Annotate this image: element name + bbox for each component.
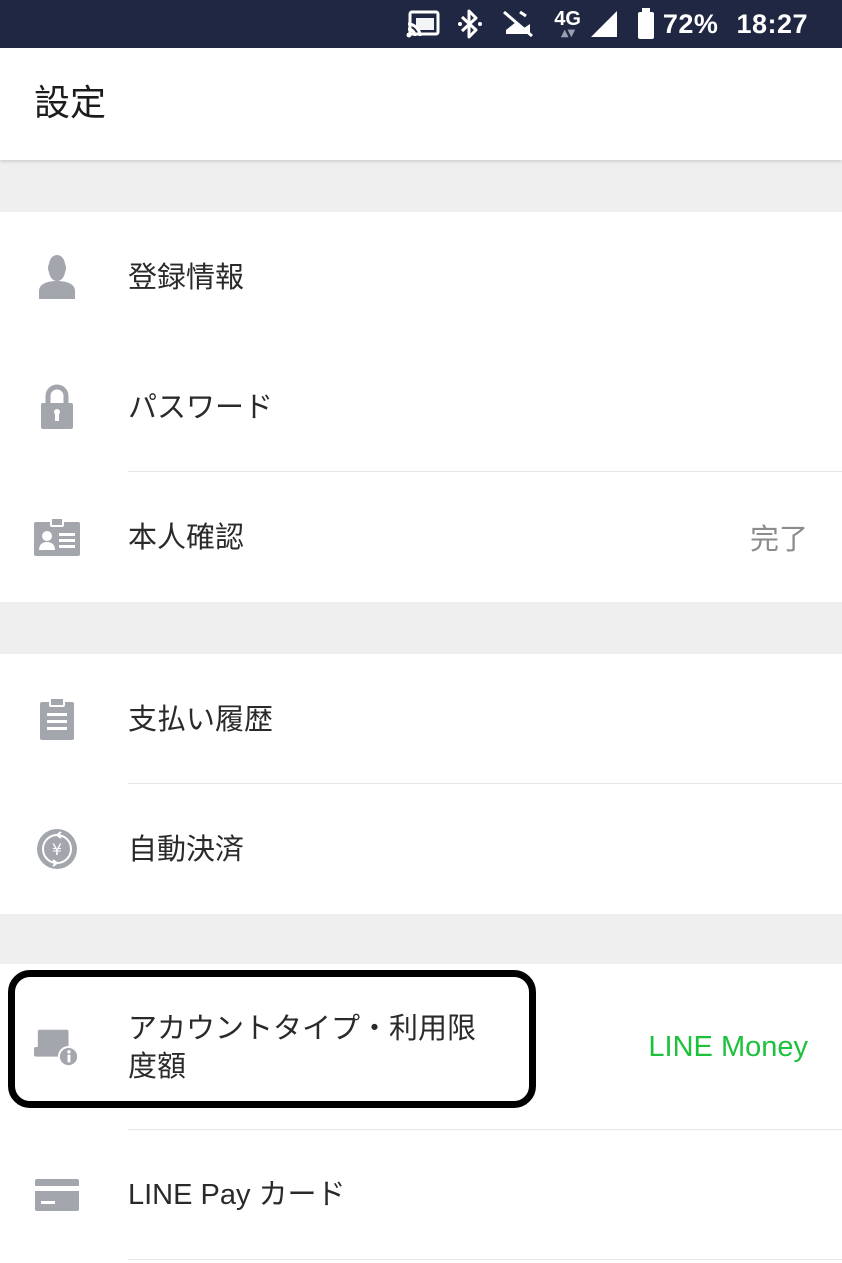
- section-divider: [0, 160, 842, 212]
- clock: 18:27: [736, 8, 808, 39]
- battery-icon: [637, 4, 655, 44]
- settings-item-label: 自動決済: [128, 832, 245, 866]
- page-title: 設定: [34, 83, 107, 124]
- settings-item-auto-payment[interactable]: ¥ 自動決済: [0, 784, 842, 914]
- status-bar: 4G ▲▼ 72% 18:27: [0, 0, 842, 48]
- battery-percent: 72%: [662, 8, 719, 39]
- settings-item-account-type[interactable]: アカウントタイプ・利用限度額 LINE Money: [0, 964, 842, 1130]
- settings-item-password[interactable]: パスワード: [0, 342, 842, 472]
- settings-item-label: 支払い履歴: [128, 702, 274, 736]
- no-location-icon: [500, 4, 536, 44]
- section-divider: [0, 914, 842, 964]
- account-info-icon: [34, 1024, 80, 1070]
- signal-icon: [589, 4, 619, 44]
- settings-item-line-pay-card[interactable]: LINE Pay カード: [0, 1130, 842, 1260]
- cast-icon: [406, 4, 440, 44]
- 4g-icon: 4G ▲▼: [554, 8, 581, 39]
- settings-item-label: 登録情報: [128, 260, 245, 294]
- settings-item-identity-verification[interactable]: 本人確認 完了: [0, 472, 842, 602]
- settings-item-label: 本人確認: [128, 520, 245, 554]
- settings-item-registration-info[interactable]: 登録情報: [0, 212, 842, 342]
- app-header: 設定: [0, 48, 842, 160]
- svg-text:¥: ¥: [52, 840, 62, 859]
- settings-item-label: パスワード: [128, 390, 274, 424]
- id-card-icon: [34, 514, 80, 560]
- network-type: 4G: [554, 8, 581, 30]
- person-icon: [34, 254, 80, 300]
- settings-item-payment-history[interactable]: 支払い履歴: [0, 654, 842, 784]
- status-value: 完了: [749, 522, 808, 556]
- yen-cycle-icon: ¥: [34, 826, 80, 872]
- row-divider: [128, 1259, 842, 1260]
- account-type-value: LINE Money: [648, 1030, 808, 1063]
- settings-item-label: LINE Pay カード: [128, 1179, 346, 1211]
- settings-item-label: アカウントタイプ・利用限度額: [128, 1011, 477, 1083]
- clipboard-icon: [34, 696, 80, 742]
- bluetooth-icon: [458, 4, 483, 44]
- card-icon: [34, 1172, 80, 1218]
- section-divider: [0, 602, 842, 654]
- lock-icon: [34, 384, 80, 430]
